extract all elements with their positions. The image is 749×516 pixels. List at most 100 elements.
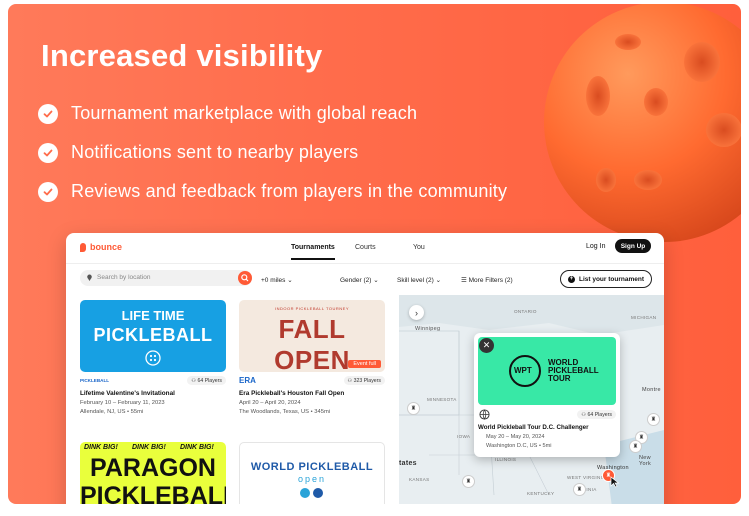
- trophy-pin-icon[interactable]: ♜: [629, 440, 642, 453]
- players-count: 64 Players: [197, 377, 222, 384]
- app-window: bounce Tournaments Courts You Log In Sig…: [66, 233, 664, 504]
- chevron-right-icon[interactable]: ›: [409, 305, 424, 320]
- trophy-pin-icon[interactable]: ♜: [462, 475, 475, 488]
- brand-logo[interactable]: bounce: [80, 242, 122, 252]
- tab-you[interactable]: You: [413, 244, 425, 251]
- filter-bar: Search by location +0 miles ⌄ Gender (2)…: [66, 264, 664, 294]
- banner-tag: DINK BIG!: [180, 444, 214, 451]
- map-view[interactable]: › ONTARIO Winnipeg MINNESOTA MICHIGAN IO…: [399, 295, 664, 504]
- tournament-banner: INDOOR PICKLEBALL TOURNEY FALL OPEN Even…: [239, 300, 385, 372]
- map-label: ILLINOIS: [495, 457, 517, 462]
- feature-item: Reviews and feedback from players in the…: [38, 172, 507, 211]
- login-link[interactable]: Log In: [586, 243, 605, 250]
- pickleball-illustration: [544, 4, 741, 242]
- tournament-card[interactable]: DINK BIG! DINK BIG! DINK BIG! PARAGON PI…: [80, 442, 226, 504]
- distance-dropdown[interactable]: +0 miles ⌄: [261, 276, 293, 284]
- distance-value: +0 miles: [261, 277, 286, 284]
- map-popup[interactable]: ✕ WPT WORLD PICKLEBALL TOUR ⚇ 64 Players…: [474, 333, 620, 457]
- tournament-card[interactable]: LIFE TIME PICKLEBALL PICKLEBALL ⚇ 64 Pla…: [80, 300, 226, 426]
- check-icon: [38, 103, 58, 124]
- chevron-down-icon: ⌄: [435, 277, 442, 284]
- trophy-pin-icon[interactable]: ♜: [647, 413, 660, 426]
- banner-tag: DINK BIG!: [132, 444, 166, 451]
- tournament-location: Allendale, NJ, US • 55mi: [80, 409, 144, 415]
- players-badge: ⚇ 64 Players: [187, 376, 226, 385]
- search-placeholder: Search by location: [97, 274, 151, 281]
- list-tournament-label: List your tournament: [578, 275, 644, 283]
- gender-dropdown[interactable]: Gender (2) ⌄: [340, 276, 379, 284]
- feature-text: Tournament marketplace with global reach: [71, 103, 418, 123]
- tournament-name: Era Pickleball's Houston Fall Open: [239, 390, 345, 397]
- banner-line1: PARAGON: [90, 454, 216, 482]
- promo-card: Increased visibility Tournament marketpl…: [8, 4, 741, 504]
- map-label: Winnipeg: [415, 326, 441, 332]
- globe-icon: [479, 409, 490, 420]
- more-filters-button[interactable]: ☰ More Filters (2): [461, 276, 513, 284]
- map-label: ONTARIO: [514, 309, 537, 314]
- map-label: MINNESOTA: [427, 397, 457, 402]
- tournament-banner: DINK BIG! DINK BIG! DINK BIG! PARAGON PI…: [80, 442, 226, 504]
- popup-location: Washington D.C, US • 5mi: [486, 443, 552, 449]
- skill-dropdown[interactable]: Skill level (2) ⌄: [397, 276, 441, 284]
- search-input[interactable]: Search by location: [80, 270, 252, 286]
- event-full-badge: Event full: [348, 360, 381, 368]
- cursor-icon: [610, 476, 620, 488]
- popup-dates: May 20 – May 20, 2024: [486, 434, 545, 440]
- tournament-card[interactable]: WORLD PICKLEBALL open: [239, 442, 385, 504]
- tournament-dates: April 20 – April 20, 2024: [239, 400, 301, 406]
- tournament-name: Lifetime Valentine's Invitational: [80, 390, 175, 397]
- popup-banner: WPT WORLD PICKLEBALL TOUR: [478, 337, 616, 405]
- tab-tournaments[interactable]: Tournaments: [291, 244, 335, 260]
- organizer-logo: PICKLEBALL: [80, 378, 110, 383]
- map-label: KANSAS: [409, 477, 430, 482]
- top-nav: bounce Tournaments Courts You Log In Sig…: [66, 233, 664, 264]
- tournament-list: LIFE TIME PICKLEBALL PICKLEBALL ⚇ 64 Pla…: [66, 295, 398, 504]
- close-icon[interactable]: ✕: [479, 338, 494, 353]
- tournament-dates: February 10 – February 11, 2023: [80, 400, 165, 406]
- pickleball-icon: [300, 488, 323, 498]
- popup-tournament-name: World Pickleball Tour D.C. Challenger: [478, 424, 589, 431]
- map-label: IOWA: [457, 434, 471, 439]
- wpt-logo-text: WORLD PICKLEBALL TOUR: [548, 358, 599, 383]
- check-icon: [38, 142, 58, 163]
- filters-icon: ☰: [461, 277, 467, 284]
- headline: Increased visibility: [41, 38, 323, 73]
- banner-top-text: INDOOR PICKLEBALL TOURNEY: [275, 306, 349, 311]
- feature-text: Notifications sent to nearby players: [71, 142, 359, 162]
- map-label: New York: [639, 455, 652, 467]
- feature-list: Tournament marketplace with global reach…: [38, 94, 507, 211]
- tournament-banner: WORLD PICKLEBALL open: [239, 442, 385, 504]
- check-icon: [38, 181, 58, 202]
- search-button[interactable]: [238, 271, 252, 285]
- pickleball-icon: [145, 350, 161, 366]
- plus-circle-icon: +: [567, 275, 575, 283]
- banner-tag: DINK BIG!: [84, 444, 118, 451]
- banner-line2: PICKLEBALL: [80, 482, 226, 504]
- trophy-pin-icon[interactable]: ♜: [407, 402, 420, 415]
- players-badge: ⚇ 323 Players: [343, 376, 385, 385]
- map-label: tates: [399, 460, 417, 467]
- bounce-logo-icon: [80, 242, 86, 252]
- players-count: 64 Players: [587, 411, 612, 418]
- location-pin-icon: [87, 274, 92, 281]
- signup-button[interactable]: Sign Up: [615, 239, 651, 253]
- skill-value: Skill level (2): [397, 277, 434, 284]
- trophy-pin-icon[interactable]: ♜: [573, 483, 586, 496]
- banner-line2: PICKLEBALL: [93, 325, 213, 345]
- tournament-location: The Woodlands, Texas, US • 345mi: [239, 409, 331, 415]
- tournament-card[interactable]: INDOOR PICKLEBALL TOURNEY FALL OPEN Even…: [239, 300, 385, 426]
- feature-item: Tournament marketplace with global reach: [38, 94, 507, 133]
- feature-item: Notifications sent to nearby players: [38, 133, 507, 172]
- feature-text: Reviews and feedback from players in the…: [71, 181, 508, 201]
- map-label: WEST VIRGINIA: [567, 475, 606, 480]
- more-filters-label: More Filters (2): [468, 277, 513, 284]
- tab-courts[interactable]: Courts: [355, 244, 376, 251]
- players-count: 323 Players: [353, 377, 381, 384]
- banner-line1: WORLD PICKLEBALL: [250, 461, 374, 473]
- banner-line1: LIFE TIME: [121, 308, 185, 323]
- chevron-down-icon: ⌄: [287, 277, 293, 284]
- list-tournament-button[interactable]: + List your tournament: [560, 270, 652, 288]
- wpt-logo-short: WPT: [514, 366, 532, 375]
- map-label: Montre: [642, 387, 661, 393]
- map-label: MICHIGAN: [631, 315, 657, 320]
